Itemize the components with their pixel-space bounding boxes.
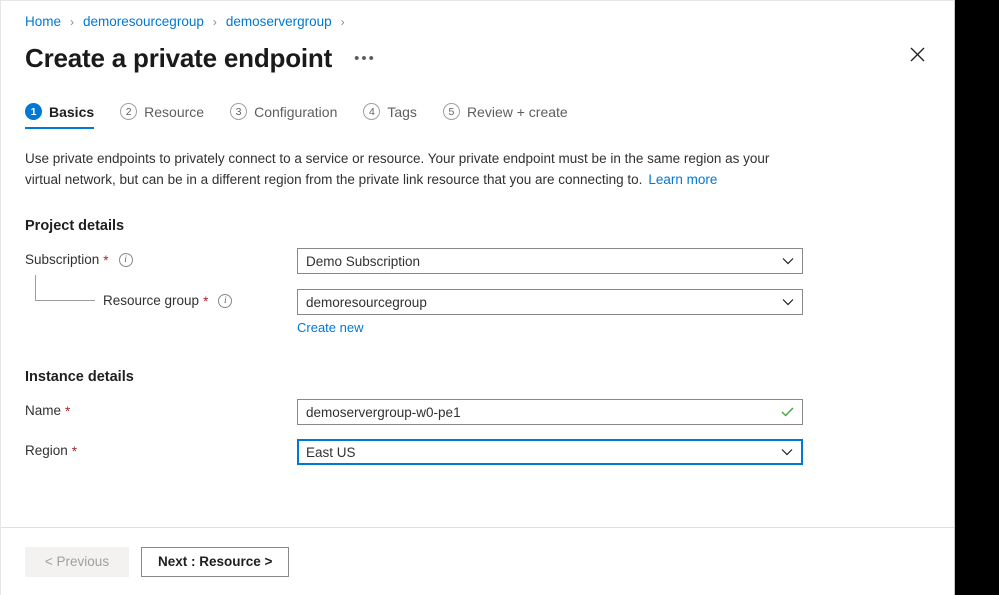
name-label: Name [25,403,61,418]
blade-header: Home › demoresourcegroup › demoservergro… [1,1,954,74]
form-row-subscription: Subscription * і Demo Subscription [25,248,930,274]
tab-resource[interactable]: 2 Resource [120,100,204,129]
tab-number: 3 [230,103,247,120]
info-icon[interactable]: і [218,294,232,308]
form-row-region: Region * East US [25,439,930,465]
breadcrumb-item-server-group[interactable]: demoservergroup [226,13,332,31]
blade-footer: < Previous Next : Resource > [1,527,954,595]
tab-number: 5 [443,103,460,120]
resource-group-dropdown[interactable]: demoresourcegroup [297,289,803,315]
chevron-right-icon: › [332,13,354,31]
resource-group-value: demoresourcegroup [306,295,427,310]
create-private-endpoint-blade: Home › demoresourcegroup › demoservergro… [0,0,955,595]
subscription-field-cell: Demo Subscription [297,248,803,274]
tab-number: 4 [363,103,380,120]
blade-body: Use private endpoints to privately conne… [1,129,954,527]
chevron-right-icon: › [61,13,83,31]
info-icon[interactable]: і [119,253,133,267]
resource-group-field-cell: demoresourcegroup Create new [297,289,803,337]
form-row-name: Name * demoservergroup-w0-pe1 [25,399,930,425]
chevron-down-icon [782,257,794,265]
required-asterisk: * [72,445,77,459]
more-options-icon[interactable]: ••• [354,50,376,68]
validation-check-icon [781,407,794,418]
breadcrumb-item-resource-group[interactable]: demoresourcegroup [83,13,204,31]
tab-label: Configuration [254,104,337,120]
chevron-down-icon [782,298,794,306]
tab-label: Resource [144,104,204,120]
subscription-value: Demo Subscription [306,254,420,269]
name-value: demoservergroup-w0-pe1 [306,405,461,420]
page-title: Create a private endpoint [25,42,332,74]
required-asterisk: * [103,254,108,268]
learn-more-link[interactable]: Learn more [648,172,717,187]
tab-configuration[interactable]: 3 Configuration [230,100,337,129]
name-input[interactable]: demoservergroup-w0-pe1 [297,399,803,425]
breadcrumb-item-home[interactable]: Home [25,13,61,31]
chevron-right-icon: › [204,13,226,31]
tab-basics[interactable]: 1 Basics [25,100,94,129]
next-resource-button[interactable]: Next : Resource > [141,547,289,577]
region-dropdown[interactable]: East US [297,439,803,465]
chevron-down-icon [781,448,793,456]
region-label: Region [25,443,68,458]
description-text: Use private endpoints to privately conne… [25,148,795,190]
tab-label: Basics [49,104,94,120]
tab-number: 2 [120,103,137,120]
title-row: Create a private endpoint ••• [25,42,930,74]
tree-connector [35,275,95,301]
create-new-resource-group-link[interactable]: Create new [297,320,363,335]
subscription-label: Subscription [25,252,99,267]
resource-group-label-cell: Resource group * і [25,289,297,308]
previous-button[interactable]: < Previous [25,547,129,577]
section-title-instance-details: Instance details [25,369,930,385]
required-asterisk: * [203,295,208,309]
subscription-dropdown[interactable]: Demo Subscription [297,248,803,274]
subscription-label-cell: Subscription * і [25,248,297,267]
tab-label: Review + create [467,104,568,120]
tab-label: Tags [387,104,417,120]
name-label-cell: Name * [25,399,297,418]
name-field-cell: demoservergroup-w0-pe1 [297,399,803,425]
tab-number: 1 [25,103,42,120]
section-title-project-details: Project details [25,218,930,234]
resource-group-label: Resource group [103,293,199,308]
region-label-cell: Region * [25,439,297,458]
required-asterisk: * [65,405,70,419]
form-row-resource-group: Resource group * і demoresourcegroup Cre… [25,289,930,337]
breadcrumb: Home › demoresourcegroup › demoservergro… [25,13,930,31]
close-icon[interactable] [904,41,930,67]
tab-tags[interactable]: 4 Tags [363,100,417,129]
wizard-tabs: 1 Basics 2 Resource 3 Configuration 4 Ta… [1,100,954,129]
region-value: East US [306,445,356,460]
region-field-cell: East US [297,439,803,465]
tab-review-create[interactable]: 5 Review + create [443,100,568,129]
